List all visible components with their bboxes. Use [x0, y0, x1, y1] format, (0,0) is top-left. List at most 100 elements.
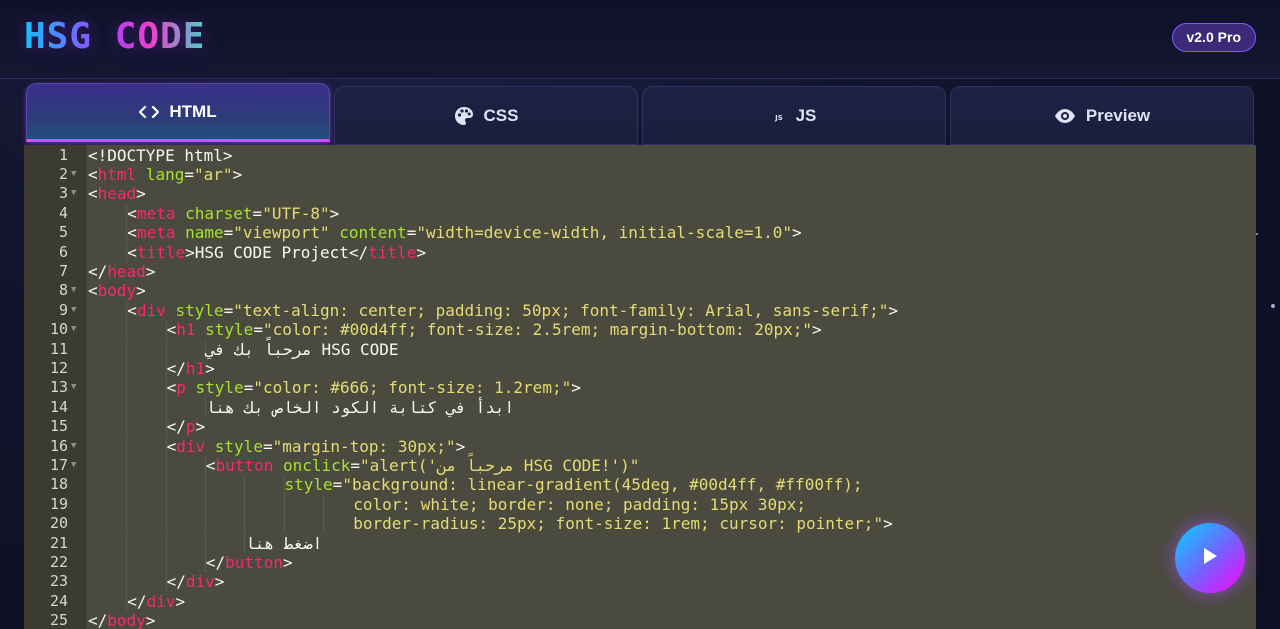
fold-arrow-icon[interactable]: ▼ [71, 456, 76, 475]
code-line[interactable]: 6 <title>HSG CODE Project</title> [24, 242, 1256, 262]
decorative-star [1271, 304, 1275, 308]
code-text: <h1 style="color: #00d4ff; font-size: 2.… [166, 320, 822, 340]
code-text: اضغط هنا [245, 533, 323, 553]
code-line[interactable]: 7 </head> [24, 262, 1256, 281]
code-text: <head> [88, 184, 146, 204]
fold-arrow-icon[interactable]: ▼ [71, 320, 76, 339]
indent-guide [322, 494, 324, 515]
code-line[interactable]: 16 ▼ <div style="margin-top: 30px;"> [24, 436, 1256, 456]
line-number: 4 [58, 203, 68, 222]
fold-arrow-icon[interactable]: ▼ [71, 184, 76, 203]
app-logo: HSG CODE [24, 16, 206, 57]
fold-arrow-icon[interactable]: ▼ [71, 378, 76, 397]
line-number: 17 [49, 455, 68, 474]
code-text: <div style="text-align: center; padding:… [127, 300, 898, 320]
tab-css[interactable]: CSS [334, 86, 638, 145]
tab-label: CSS [483, 105, 519, 125]
indent-guide [204, 533, 206, 553]
code-line[interactable]: 21 اضغط هنا [24, 533, 1256, 553]
fold-arrow-icon[interactable]: ▼ [71, 437, 76, 456]
code-text: </head> [88, 261, 156, 281]
code-text: <div style="margin-top: 30px;"> [166, 436, 466, 456]
fold-arrow-icon[interactable]: ▼ [71, 281, 76, 300]
code-text: مرحباً بك في HSG CODE [205, 339, 399, 359]
code-text: <meta charset="UTF-8"> [127, 203, 340, 223]
fold-arrow-icon[interactable]: ▼ [71, 301, 76, 320]
run-button[interactable] [1175, 523, 1245, 593]
indent-guide [126, 320, 128, 340]
code-line[interactable]: 1 <!DOCTYPE html> [24, 146, 1256, 165]
line-number: 19 [49, 494, 68, 513]
tab-label: JS [795, 105, 817, 125]
tab-html[interactable]: HTML [26, 83, 330, 142]
indent-guide [165, 533, 167, 553]
code-line[interactable]: 5 <meta name="viewport" content="width=de… [24, 223, 1256, 243]
indent-guide [126, 533, 128, 553]
code-text: </div> [127, 591, 186, 611]
code-text: </h1> [166, 358, 215, 378]
line-number: 14 [49, 397, 68, 416]
indent-guide [322, 514, 324, 534]
code-text: </body> [88, 611, 156, 629]
code-line[interactable]: 2 ▼ <html lang="ar"> [24, 165, 1256, 184]
line-number: 22 [49, 552, 68, 571]
decorative-star [1256, 233, 1258, 235]
svg-text:JS: JS [774, 114, 783, 122]
code-line[interactable]: 13 ▼ <p style="color: #666; font-size: 1.2… [24, 378, 1256, 398]
tab-js[interactable]: JS JS [642, 86, 946, 145]
code-line[interactable]: 23 </div> [24, 572, 1256, 592]
code-line[interactable]: 24 </div> [24, 591, 1256, 612]
indent-guide [204, 494, 206, 515]
fold-arrow-icon[interactable]: ▼ [71, 165, 76, 184]
code-line[interactable]: 15 </p> [24, 417, 1256, 437]
indent-guide [283, 494, 285, 515]
indent-guide [165, 339, 167, 359]
code-text: <button onclick="alert('مرحباً من HSG CO… [205, 455, 640, 475]
line-number: 15 [49, 417, 68, 436]
code-line[interactable]: 4 <meta charset="UTF-8"> [24, 203, 1256, 224]
editor-tabs: HTML CSS JS JS Preview [26, 83, 1256, 145]
indent-guide [204, 514, 206, 534]
code-line[interactable]: 18 style="background: linear-gradient(45d… [24, 475, 1256, 495]
code-text: <title>HSG CODE Project</title> [127, 242, 426, 262]
indent-guide [165, 455, 167, 476]
code-line[interactable]: 22 </button> [24, 552, 1256, 573]
indent-guide [283, 514, 285, 534]
code-line[interactable]: 20 border-radius: 25px; font-size: 1rem; … [24, 514, 1256, 534]
code-text: <p style="color: #666; font-size: 1.2rem… [166, 378, 581, 398]
code-line[interactable]: 12 </h1> [24, 358, 1256, 379]
tab-preview[interactable]: Preview [950, 86, 1254, 145]
code-line[interactable]: 17 ▼ <button onclick="alert('مرحباً من HSG… [24, 455, 1256, 476]
code-line[interactable]: 10 ▼ <h1 style="color: #00d4ff; font-size:… [24, 320, 1256, 340]
indent-guide [244, 514, 246, 534]
line-number: 8 [58, 281, 68, 300]
app-header: HSG CODE v2.0 Pro [0, 0, 1280, 79]
indent-guide [204, 475, 206, 495]
code-line[interactable]: 11 مرحباً بك في HSG CODE [24, 339, 1256, 359]
indent-guide [126, 514, 128, 534]
code-line[interactable]: 19 color: white; border: none; padding: 1… [24, 494, 1256, 515]
indent-guide [126, 572, 128, 592]
code-text: <!DOCTYPE html> [88, 145, 233, 165]
code-line[interactable]: 9 ▼ <div style="text-align: center; paddin… [24, 300, 1256, 321]
indent-guide [126, 417, 128, 437]
code-text: </button> [205, 552, 293, 572]
code-text: <body> [88, 281, 146, 301]
indent-guide [126, 552, 128, 573]
tab-label: Preview [1085, 105, 1151, 125]
code-editor[interactable]: 1 <!DOCTYPE html> 2 ▼ <html lang="ar"> 3 ▼ <hea… [24, 145, 1256, 629]
line-number: 21 [49, 533, 68, 552]
line-number: 25 [49, 611, 68, 629]
code-line[interactable]: 25 </body> [24, 611, 1256, 629]
tab-label: HTML [169, 101, 217, 121]
code-icon [139, 105, 160, 119]
code-line[interactable]: 8 ▼ <body> [24, 281, 1256, 300]
indent-guide [126, 339, 128, 359]
line-number: 9 [58, 300, 68, 319]
indent-guide [244, 494, 246, 515]
code-line[interactable]: 14 ابدأ في كتابة الكود الخاص بك هنا [24, 397, 1256, 418]
code-text: <meta name="viewport" content="width=dev… [127, 223, 802, 243]
line-number: 3 [58, 184, 68, 203]
indent-guide [165, 494, 167, 515]
code-line[interactable]: 3 ▼ <head> [24, 184, 1256, 203]
